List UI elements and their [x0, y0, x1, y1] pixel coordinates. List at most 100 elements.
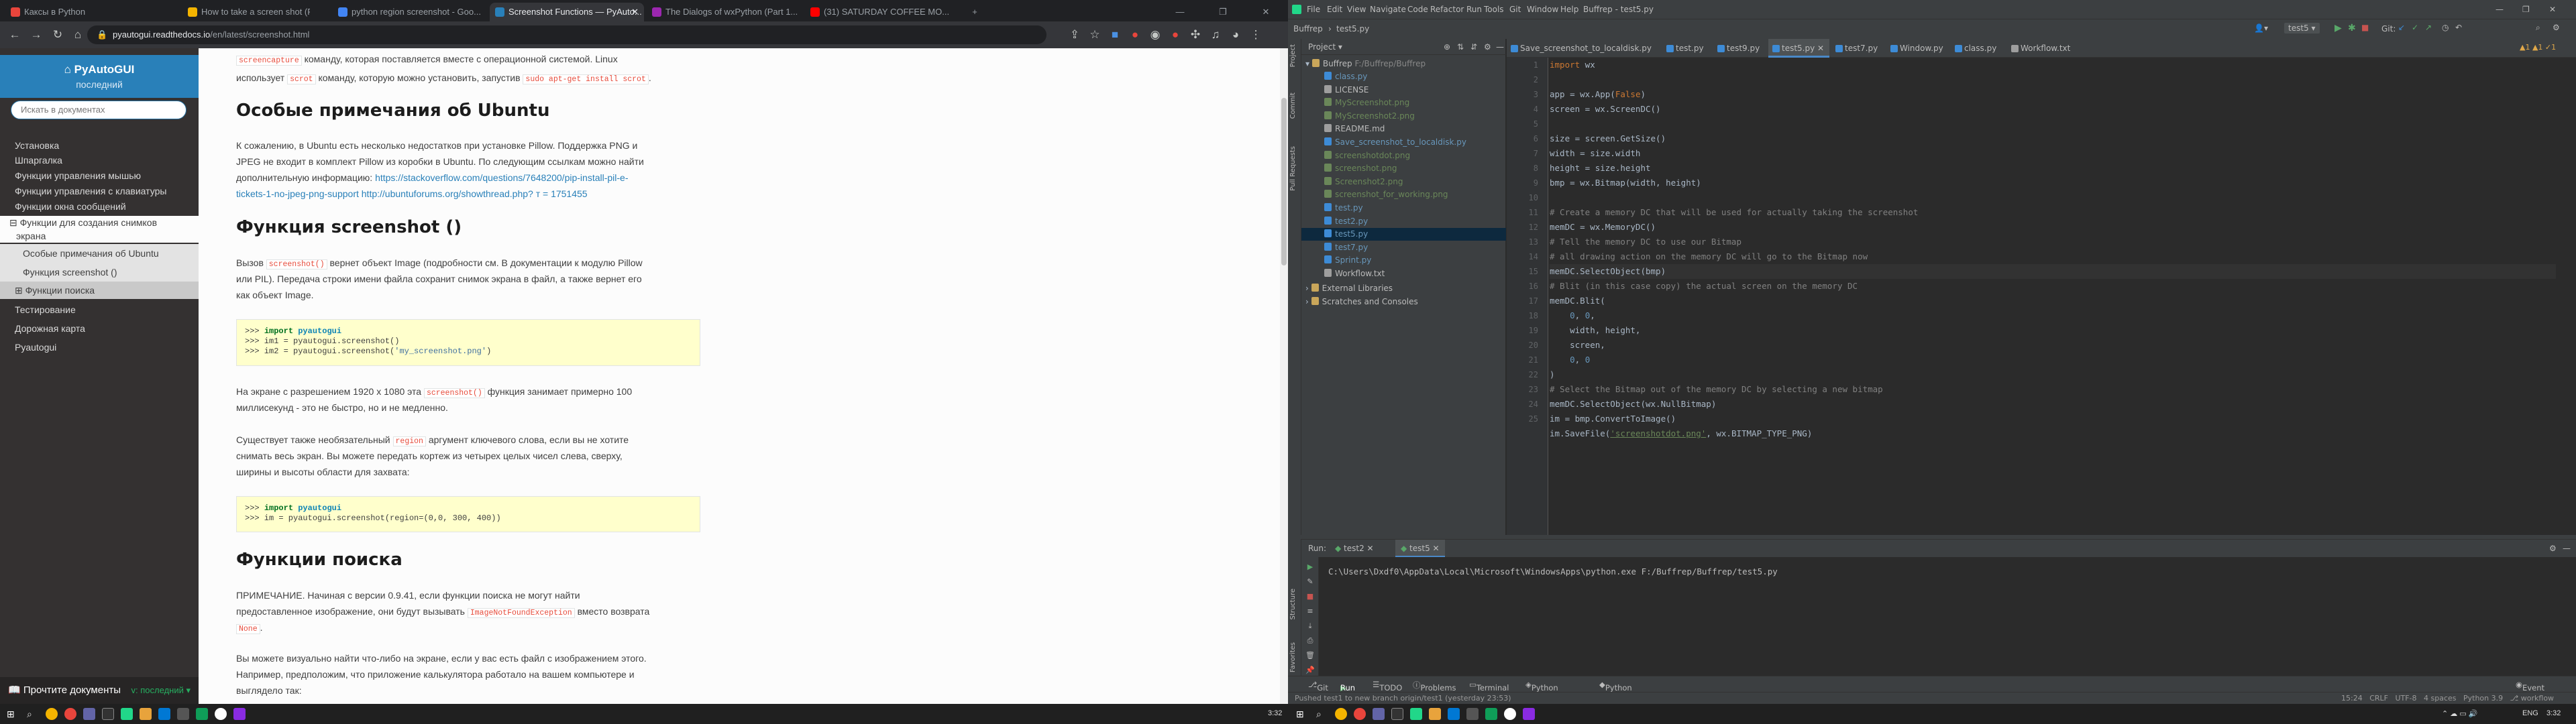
project-view-selector[interactable]: Project ▾ — [1308, 42, 1342, 52]
menu-icon[interactable]: ⋮ — [1248, 27, 1264, 43]
bookmark-star-icon[interactable]: ☆ — [1087, 27, 1103, 43]
rerun-icon[interactable]: ▶ — [1305, 562, 1315, 572]
project-file-item[interactable]: test7.py — [1301, 241, 1506, 254]
close-window-icon[interactable]: ✕ — [1256, 3, 1276, 21]
editor-tab-active[interactable]: test5.py ✕ — [1768, 39, 1830, 58]
stackoverflow-link[interactable]: https://stackoverflow.com/questions/7648… — [375, 172, 628, 183]
gear-icon[interactable]: ⚙ — [2549, 544, 2557, 553]
run-tab-active[interactable]: ◆ test5 ✕ — [1395, 540, 1445, 557]
menu-code[interactable]: Code — [1407, 5, 1428, 14]
home-icon[interactable]: ⌂ — [70, 27, 86, 43]
editor-tab[interactable]: test9.py — [1713, 39, 1765, 58]
run-output[interactable]: C:\Users\Dxdf0\AppData\Local\Microsoft\W… — [1328, 566, 1778, 577]
page-scrollbar[interactable] — [1280, 48, 1288, 704]
editor-tab[interactable]: Workflow.txt — [2007, 39, 2076, 58]
profile-icon[interactable]: 👤▾ — [2254, 23, 2268, 33]
toolwindow-git[interactable]: ⎇ Git — [1308, 680, 1328, 692]
app-icon[interactable] — [215, 708, 227, 720]
toolwindow-console[interactable]: ◆ Python Console — [1599, 680, 1636, 702]
menu-view[interactable]: View — [1347, 5, 1366, 14]
app-icon[interactable] — [1485, 708, 1497, 720]
history-icon[interactable]: ◷ — [2442, 23, 2449, 32]
language-indicator[interactable]: ENG — [2522, 709, 2538, 717]
app-icon[interactable] — [233, 708, 246, 720]
pycharm-taskbar-icon[interactable] — [1410, 708, 1422, 720]
commit-toolwindow-tab[interactable]: Commit — [1289, 93, 1297, 119]
project-file-item[interactable]: screenshotdot.png — [1301, 149, 1506, 162]
expand-all-icon[interactable]: ⇅ — [1457, 39, 1464, 55]
tree-external-libraries[interactable]: › External Libraries — [1305, 282, 1393, 295]
minimize-icon[interactable]: — — [1170, 3, 1190, 21]
nav-item[interactable]: Pyautogui — [0, 341, 199, 354]
toolwindow-event-log[interactable]: ◉ Event Log — [2516, 680, 2544, 702]
chrome-icon[interactable] — [46, 708, 58, 720]
run-tab[interactable]: ◆ test2 ✕ — [1335, 544, 1374, 553]
toolwindow-packages[interactable]: ◈ Python Packages — [1525, 680, 1568, 702]
app-icon[interactable] — [1391, 708, 1403, 720]
toolwindow-todo[interactable]: ☰ TODO — [1373, 680, 1402, 692]
nav-item[interactable]: Функции окна сообщений — [0, 200, 199, 213]
chrome-icon[interactable] — [1335, 708, 1347, 720]
nav-item[interactable]: Шпаргалка — [0, 154, 199, 167]
minimize-icon[interactable]: — — [2496, 5, 2504, 14]
run-config-selector[interactable]: test5 ▾ — [2284, 23, 2320, 34]
project-file-item[interactable]: test.py — [1301, 202, 1506, 215]
menu-help[interactable]: Help — [1560, 5, 1578, 14]
soft-wrap-icon[interactable]: ≡ — [1305, 607, 1315, 616]
maximize-icon[interactable]: ❐ — [1213, 3, 1233, 21]
editor-tab[interactable]: test7.py — [1831, 39, 1883, 58]
opera-icon[interactable] — [64, 708, 76, 720]
editor-tab[interactable]: class.py — [1951, 39, 2002, 58]
trash-icon[interactable]: 🗑 — [1305, 651, 1315, 660]
browser-tab-active[interactable]: Screenshot Functions — PyAuto... ✕ — [490, 3, 644, 21]
project-file-item[interactable]: README.md — [1301, 123, 1506, 135]
app-icon[interactable] — [1373, 708, 1385, 720]
nav-item[interactable]: Дорожная карта — [0, 322, 199, 335]
read-the-docs-footer[interactable]: 📖 Прочтите документы v: последний ▾ — [0, 677, 199, 704]
nav-item-current[interactable]: ⊟ Функции для создания снимков — [0, 216, 199, 229]
app-icon[interactable] — [177, 708, 189, 720]
code-editor[interactable]: import wx app = wx.App(False) screen = w… — [1550, 58, 2556, 535]
start-button[interactable]: ⊞ — [1296, 708, 1308, 720]
settings-gear-icon[interactable]: ⚙ — [2553, 23, 2560, 32]
extension-icon[interactable]: ■ — [1107, 27, 1123, 43]
app-icon[interactable] — [1448, 708, 1460, 720]
breadcrumb-project[interactable]: Buffrep — [1293, 24, 1323, 34]
favorites-toolwindow-tab[interactable]: Favorites — [1289, 642, 1297, 672]
editor-tab[interactable]: test.py — [1662, 39, 1709, 58]
browser-tab[interactable]: How to take a screen shot (Pyt... — [182, 3, 310, 21]
inspection-widget[interactable]: ▲1 ▲1 ✓1 — [2520, 43, 2556, 52]
extensions-puzzle-icon[interactable]: ✣ — [1187, 27, 1203, 43]
project-file-item[interactable]: screenshot_for_working.png — [1301, 188, 1506, 201]
stop-icon[interactable]: ■ — [2361, 23, 2369, 32]
app-icon[interactable] — [1429, 708, 1441, 720]
rollback-icon[interactable]: ↶ — [2455, 23, 2462, 32]
forward-icon[interactable]: → — [28, 27, 44, 43]
stop-icon[interactable]: ■ — [1305, 592, 1315, 601]
git-commit-icon[interactable]: ✓ — [2412, 23, 2418, 32]
toolwindow-problems[interactable]: ⓘ Problems — [1413, 680, 1456, 692]
hide-icon[interactable]: — — [2563, 544, 2571, 553]
taskbar-clock[interactable]: 3:32 — [1268, 709, 1282, 717]
nav-subitem[interactable]: Функция screenshot () — [0, 263, 199, 282]
project-file-item[interactable]: screenshot.png — [1301, 162, 1506, 175]
project-toolwindow-tab[interactable]: Project — [1289, 44, 1297, 67]
tree-root[interactable]: ▾ Buffrep F:/Buffrep/Buffrep — [1305, 58, 1426, 70]
menu-tools[interactable]: Tools — [1484, 5, 1504, 14]
gear-icon[interactable]: ⚙ — [1484, 39, 1491, 55]
nav-subitem[interactable]: Особые примечания об Ubuntu — [0, 244, 199, 263]
project-file-item[interactable]: test5.py — [1301, 228, 1506, 241]
new-tab-button[interactable]: + — [965, 3, 985, 21]
version-selector[interactable]: v: последний ▾ — [131, 677, 191, 704]
browser-tab[interactable]: python region screenshot - Goo... — [333, 3, 480, 21]
tree-scratches[interactable]: › Scratches and Consoles — [1305, 296, 1418, 308]
app-icon[interactable] — [158, 708, 170, 720]
project-file-item[interactable]: MyScreenshot2.png — [1301, 110, 1506, 123]
extension-icon[interactable]: ● — [1127, 27, 1143, 43]
tray-icons[interactable]: ⌃ ☁ ▭ 🔊 — [2442, 709, 2477, 718]
project-file-item[interactable]: Sprint.py — [1301, 254, 1506, 267]
editor-tab[interactable]: Window.py — [1886, 39, 1949, 58]
menu-git[interactable]: Git — [1509, 5, 1521, 14]
status-message[interactable]: Pushed test1 to new branch origin/test1 … — [1295, 694, 1511, 703]
menu-refactor[interactable]: Refactor — [1430, 5, 1464, 14]
